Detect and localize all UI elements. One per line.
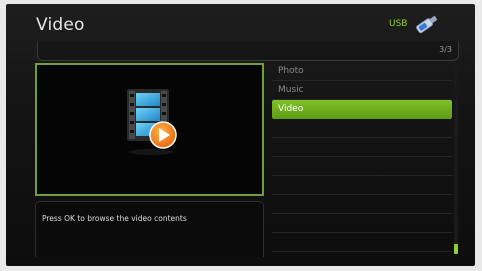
list-item [272,233,452,252]
description-panel: Press OK to browse the video contents [35,201,264,257]
page-title: Video [36,15,85,35]
scrollbar-thumb[interactable] [454,244,458,254]
page-counter: 3/3 [439,45,452,54]
list-item [272,195,452,214]
menu-item-music[interactable]: Music [272,81,452,100]
scrollbar[interactable] [454,66,458,254]
media-category-list: Photo Music Video [272,62,452,252]
preview-panel [35,63,264,196]
usb-stick-icon [416,15,438,34]
list-item [272,157,452,176]
usb-label: USB [389,19,408,29]
description-text: Press OK to browse the video contents [42,214,187,223]
menu-item-photo[interactable]: Photo [272,62,452,81]
list-item [272,119,452,138]
menu-item-video[interactable]: Video [272,100,452,119]
video-film-play-icon [127,89,177,155]
list-item [272,214,452,233]
breadcrumb-bar: 3/3 [37,41,459,61]
media-browser-screen: Video USB 3/3 Press OK to browse the vid… [6,4,475,266]
list-item [272,176,452,195]
list-item [272,138,452,157]
